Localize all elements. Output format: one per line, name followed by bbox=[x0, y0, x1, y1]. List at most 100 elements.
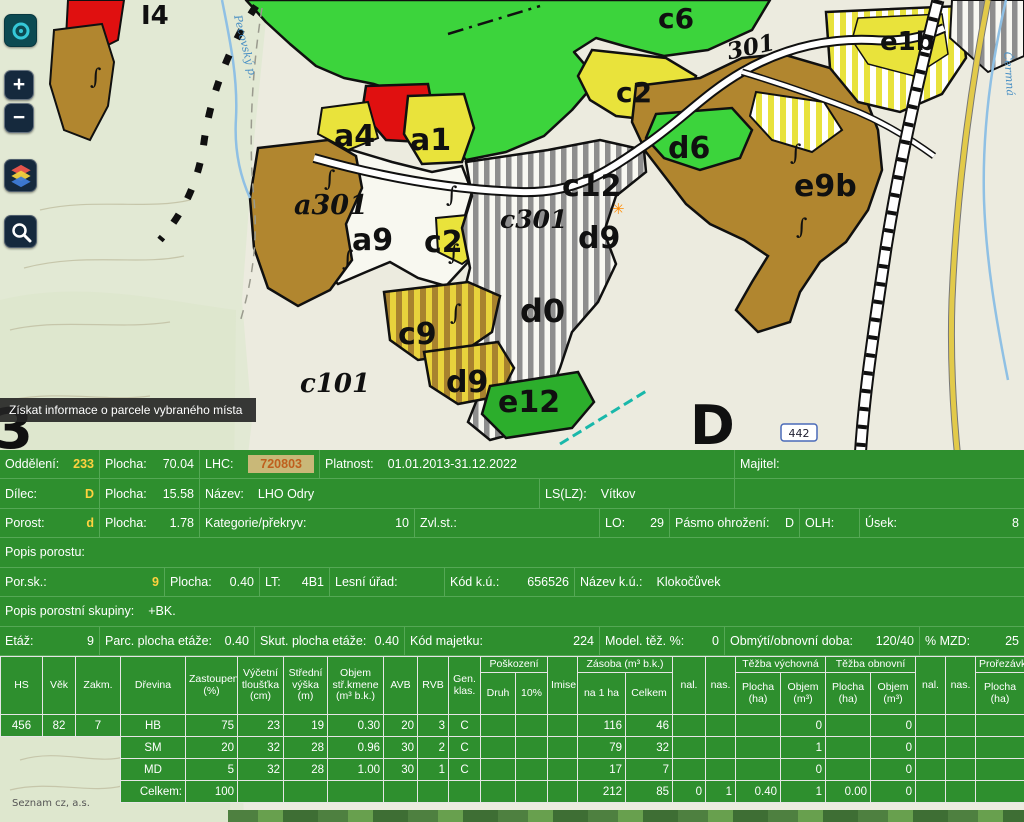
field-label: Parc. plocha etáže: bbox=[105, 634, 212, 648]
col-rvb: RVB bbox=[418, 657, 449, 715]
field-value: 0.40 bbox=[224, 575, 254, 589]
cell bbox=[736, 737, 781, 759]
zoom-out-button[interactable]: − bbox=[4, 103, 34, 133]
cell bbox=[548, 737, 578, 759]
cell bbox=[284, 781, 328, 803]
map-tooltip: Získat informace o parcele vybraného mís… bbox=[0, 398, 256, 422]
field-pasmo: Pásmo ohrožení: D bbox=[670, 509, 800, 537]
field-value: 29 bbox=[644, 516, 664, 530]
field-label: Zvl.st.: bbox=[420, 516, 457, 530]
cell bbox=[826, 715, 871, 737]
cell: 46 bbox=[626, 715, 673, 737]
field-plocha-dilec: Plocha: 15.58 bbox=[100, 479, 200, 507]
map-photo-strip bbox=[228, 810, 1024, 822]
cell: 0 bbox=[673, 781, 706, 803]
cell bbox=[976, 715, 1024, 737]
info-panel: Oddělení: 233 Plocha: 70.04 LHC: 720803 … bbox=[0, 450, 1024, 656]
field-value: 4B1 bbox=[296, 575, 324, 589]
cell bbox=[946, 759, 976, 781]
cell bbox=[736, 759, 781, 781]
cell: 28 bbox=[284, 759, 328, 781]
field-label: LO: bbox=[605, 516, 625, 530]
cell bbox=[516, 715, 548, 737]
field-nazev: Název: LHO Odry bbox=[200, 479, 540, 507]
cell: 1 bbox=[706, 781, 736, 803]
field-value: 224 bbox=[567, 634, 594, 648]
cell bbox=[548, 759, 578, 781]
table-row: MD 5 32 28 1.00 30 1 C 17 7 0 0 bbox=[1, 759, 1024, 781]
field-parc-plocha: Parc. plocha etáže: 0.40 bbox=[100, 627, 255, 655]
col-druh: Druh bbox=[481, 673, 516, 715]
layers-button[interactable] bbox=[4, 159, 37, 192]
locate-button[interactable] bbox=[4, 14, 37, 47]
cell: 456 bbox=[1, 715, 43, 737]
cell: 75 bbox=[186, 715, 238, 737]
col-gen-klas: Gen. klas. bbox=[449, 657, 481, 715]
col-nal-2: nal. bbox=[916, 657, 946, 715]
panel-row-etaz: Etáž: 9 Parc. plocha etáže: 0.40 Skut. p… bbox=[0, 627, 1024, 656]
field-label: LS(LZ): bbox=[545, 487, 587, 501]
map-label-a301: a301 bbox=[294, 190, 368, 221]
road-badge-442: 442 bbox=[781, 424, 817, 441]
field-value: 9 bbox=[146, 575, 159, 589]
cell: C bbox=[449, 759, 481, 781]
map-label-d0: d0 bbox=[520, 292, 565, 330]
field-value: 233 bbox=[67, 457, 94, 471]
integral-symbol: ∫ bbox=[796, 215, 808, 240]
map-label-c2-top: c2 bbox=[616, 76, 652, 109]
cell: HB bbox=[121, 715, 186, 737]
map-label-a4: a4 bbox=[334, 119, 375, 154]
cell: 1 bbox=[781, 737, 826, 759]
field-empty bbox=[735, 479, 1024, 507]
search-button[interactable] bbox=[4, 215, 37, 248]
cell: 32 bbox=[238, 737, 284, 759]
cell bbox=[706, 737, 736, 759]
field-olh: OLH: bbox=[800, 509, 860, 537]
cell: 20 bbox=[186, 737, 238, 759]
cell bbox=[481, 715, 516, 737]
cell: 2 bbox=[418, 737, 449, 759]
cell bbox=[76, 737, 121, 759]
cell bbox=[706, 759, 736, 781]
field-plocha-oddeleni: Plocha: 70.04 bbox=[100, 450, 200, 478]
table-row: SM 20 32 28 0.96 30 2 C 79 32 1 0 bbox=[1, 737, 1024, 759]
col-pror-plocha: Plocha (ha) bbox=[976, 673, 1024, 715]
field-value: Klokočůvek bbox=[651, 575, 721, 589]
field-value: Vítkov bbox=[595, 487, 636, 501]
search-icon bbox=[9, 220, 33, 244]
cell: 0 bbox=[871, 715, 916, 737]
field-kod-majetku: Kód majetku: 224 bbox=[405, 627, 600, 655]
cell: 82 bbox=[43, 715, 76, 737]
field-popis-skupiny: Popis porostní skupiny: +BK. bbox=[0, 597, 1024, 625]
field-value[interactable]: 720803 bbox=[248, 455, 314, 473]
field-label: Pásmo ohrožení: bbox=[675, 516, 770, 530]
field-value: 0.40 bbox=[219, 634, 249, 648]
cell: 30 bbox=[384, 737, 418, 759]
field-zvlst: Zvl.st.: bbox=[415, 509, 600, 537]
cell bbox=[548, 781, 578, 803]
cell bbox=[481, 737, 516, 759]
field-label: % MZD: bbox=[925, 634, 970, 648]
field-oddeleni: Oddělení: 233 bbox=[0, 450, 100, 478]
field-label: Model. těž. %: bbox=[605, 634, 684, 648]
cell: 5 bbox=[186, 759, 238, 781]
col-celkem: Celkem bbox=[626, 673, 673, 715]
zoom-in-button[interactable]: + bbox=[4, 70, 34, 100]
cell bbox=[916, 759, 946, 781]
cell bbox=[976, 737, 1024, 759]
field-label: Kód majetku: bbox=[410, 634, 483, 648]
map-label-i4: I4 bbox=[141, 1, 169, 31]
cell: 28 bbox=[284, 737, 328, 759]
cell bbox=[916, 781, 946, 803]
cell: 212 bbox=[578, 781, 626, 803]
field-label: Kód k.ú.: bbox=[450, 575, 499, 589]
field-plocha-porost: Plocha: 1.78 bbox=[100, 509, 200, 537]
cell bbox=[673, 715, 706, 737]
cell: 1.00 bbox=[328, 759, 384, 781]
map-label-e12: e12 bbox=[498, 385, 560, 420]
cell bbox=[481, 781, 516, 803]
col-tezba-vychovna: Těžba výchovná bbox=[736, 657, 826, 673]
cell bbox=[946, 737, 976, 759]
panel-row-popis-porostu: Popis porostu: bbox=[0, 538, 1024, 567]
field-label: Popis porostu: bbox=[5, 545, 85, 559]
